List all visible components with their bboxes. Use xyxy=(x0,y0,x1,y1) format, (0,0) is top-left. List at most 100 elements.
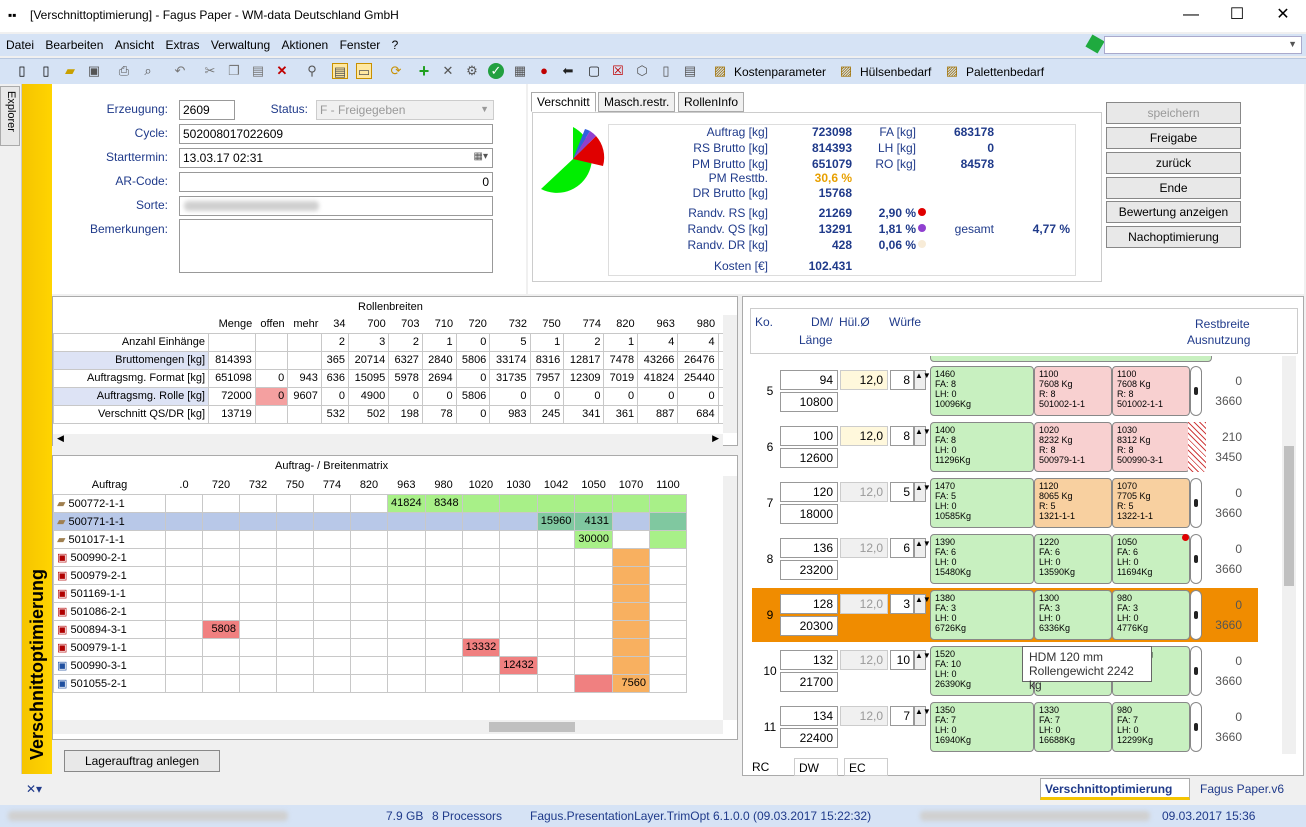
matrix-cell[interactable] xyxy=(424,583,463,603)
matrix-cell[interactable] xyxy=(276,655,314,675)
kombination-row[interactable]: 6 100 12600 12,0 8 ▲▼ 1400 FA: 8 LH: 0 11296Kg 102… xyxy=(752,420,1258,474)
laenge-input[interactable]: 12600 xyxy=(780,448,838,468)
roll-segment[interactable]: 1380 FA: 3 LH: 0 6726Kg xyxy=(930,590,1034,640)
matrix-cell[interactable] xyxy=(202,529,240,549)
rollen-cell[interactable]: 0 xyxy=(254,368,289,388)
rollen-cell[interactable] xyxy=(287,404,322,424)
matrix-cell[interactable] xyxy=(461,511,501,531)
matrix-cell[interactable] xyxy=(424,529,463,549)
rollen-cell[interactable]: 43266 xyxy=(637,350,679,370)
rollen-cell[interactable]: 6327 xyxy=(388,350,423,370)
matrix-cell[interactable] xyxy=(202,547,240,567)
matrix-cell[interactable] xyxy=(648,565,687,585)
matrix-cell[interactable] xyxy=(648,601,687,621)
minimize-button[interactable]: — xyxy=(1168,0,1214,30)
roll-segment[interactable]: 1020 8232 Kg R: 8 500979-1-1 xyxy=(1034,422,1112,472)
matrix-order-cell[interactable]: ▣ 501086-2-1 xyxy=(53,601,166,621)
matrix-order-cell[interactable]: ▣ 500990-2-1 xyxy=(53,547,166,567)
matrix-cell[interactable] xyxy=(165,511,203,531)
matrix-cell[interactable] xyxy=(499,601,538,621)
matrix-cell[interactable] xyxy=(276,619,314,639)
matrix-cell[interactable] xyxy=(574,547,613,567)
matrix-cell[interactable] xyxy=(424,547,463,567)
matrix-cell[interactable] xyxy=(611,529,650,549)
menu-aktionen[interactable]: Aktionen xyxy=(278,34,333,52)
matrix-cell[interactable] xyxy=(536,619,576,639)
rollen-cell[interactable]: 245 xyxy=(529,404,565,424)
matrix-cell[interactable] xyxy=(611,655,650,675)
matrix-cell[interactable] xyxy=(276,547,314,567)
settings-icon[interactable]: ⚙ xyxy=(464,63,480,79)
matrix-cell[interactable] xyxy=(350,619,388,639)
matrix-order-cell[interactable]: ▣ 501055-2-1 xyxy=(53,673,166,693)
new-doc-icon[interactable]: ▯ xyxy=(38,63,54,79)
kombination-row[interactable]: 11 134 22400 12,0 7 ▲▼ 1350 FA: 7 LH: 0 16940Kg 13… xyxy=(752,700,1258,754)
wuerfe-spinner[interactable]: ▲▼ xyxy=(914,594,931,614)
matrix-cell[interactable] xyxy=(387,655,426,675)
matrix-cell[interactable] xyxy=(536,655,576,675)
rollen-cell[interactable]: 7478 xyxy=(603,350,639,370)
matrix-cell[interactable] xyxy=(387,637,426,657)
matrix-cell[interactable] xyxy=(387,529,426,549)
matrix-cell[interactable] xyxy=(648,619,687,639)
wuerfe-input[interactable]: 3 xyxy=(890,594,914,614)
matrix-cell[interactable] xyxy=(461,601,501,621)
huelse-input[interactable]: 12,0 xyxy=(840,370,888,390)
matrix-cell[interactable] xyxy=(499,493,538,513)
delete-icon[interactable]: ✕ xyxy=(274,63,290,79)
rollen-cell[interactable]: 5806 xyxy=(455,350,491,370)
matrix-cell[interactable] xyxy=(350,529,388,549)
dm-input[interactable]: 94 xyxy=(780,370,838,390)
right-scroll-thumb[interactable] xyxy=(1284,446,1294,586)
bemerkungen-textarea[interactable] xyxy=(179,219,493,273)
matrix-cell[interactable] xyxy=(648,493,687,513)
tab-verschnitt[interactable]: Verschnitt xyxy=(531,92,596,112)
matrix-cell[interactable] xyxy=(536,673,576,693)
check-icon[interactable]: ✓ xyxy=(488,63,504,79)
matrix-cell[interactable] xyxy=(536,583,576,603)
matrix-cell[interactable] xyxy=(499,583,538,603)
speichern-button[interactable]: speichern xyxy=(1106,102,1241,124)
roll-segment[interactable]: 1460 FA: 8 LH: 0 10096Kg xyxy=(930,366,1034,416)
rollen-cell[interactable]: 8316 xyxy=(529,350,565,370)
matrix-order-cell[interactable]: ▰ 500771-1-1 xyxy=(53,511,166,531)
rollen-cell[interactable]: 502 xyxy=(348,404,390,424)
scroll-left-icon[interactable]: ◀ xyxy=(57,433,64,444)
matrix-cell[interactable] xyxy=(611,637,650,657)
matrix-row[interactable]: ▣ 500979-2-1 xyxy=(53,565,687,585)
matrix-cell[interactable] xyxy=(536,493,576,513)
close-doc-icon[interactable]: ✕▾ xyxy=(26,782,42,796)
rollen-cell[interactable]: 33174 xyxy=(489,350,531,370)
start-input[interactable]: 13.03.17 02:31 ▦▾ xyxy=(179,148,493,168)
tab-fagus-paper[interactable]: Fagus Paper.v6 xyxy=(1200,782,1284,796)
matrix-cell[interactable] xyxy=(461,565,501,585)
rollen-cell[interactable]: 5978 xyxy=(388,368,423,388)
matrix-cell[interactable] xyxy=(313,601,351,621)
ar-input[interactable]: 0 xyxy=(179,172,493,192)
matrix-row[interactable]: ▣ 500990-2-1 xyxy=(53,547,687,567)
menu-datei[interactable]: Datei xyxy=(2,34,38,52)
matrix-cell[interactable] xyxy=(350,673,388,693)
matrix-cell[interactable] xyxy=(276,511,314,531)
rollen-cell[interactable]: Auftragsmg. Rolle [kg] xyxy=(53,386,209,406)
roll-segment[interactable]: 980 FA: 7 LH: 0 12299Kg xyxy=(1112,702,1190,752)
matrix-cell[interactable] xyxy=(202,565,240,585)
undo-icon[interactable]: ↶ xyxy=(172,63,188,79)
matrix-cell[interactable] xyxy=(202,601,240,621)
matrix-cell[interactable] xyxy=(202,583,240,603)
matrix-cell[interactable] xyxy=(424,565,463,585)
paletten-button[interactable]: Palettenbedarf xyxy=(966,65,1044,79)
copy-icon[interactable]: ❐ xyxy=(226,63,242,79)
wuerfe-input[interactable]: 8 xyxy=(890,426,914,446)
matrix-cell[interactable] xyxy=(313,547,351,567)
matrix-cell[interactable] xyxy=(313,655,351,675)
matrix-cell[interactable] xyxy=(239,565,277,585)
rollen-cell[interactable]: 26476 xyxy=(677,350,719,370)
maximize-button[interactable]: ☐ xyxy=(1214,0,1260,30)
matrix-order-cell[interactable]: ▰ 501017-1-1 xyxy=(53,529,166,549)
dm-input[interactable]: 128 xyxy=(780,594,838,614)
matrix-row[interactable]: ▰ 500771-1-1 15960 4131 xyxy=(53,511,687,531)
matrix-cell[interactable] xyxy=(313,565,351,585)
menu-ansicht[interactable]: Ansicht xyxy=(111,34,158,52)
matrix-row[interactable]: ▰ 501017-1-1 30000 xyxy=(53,529,687,549)
